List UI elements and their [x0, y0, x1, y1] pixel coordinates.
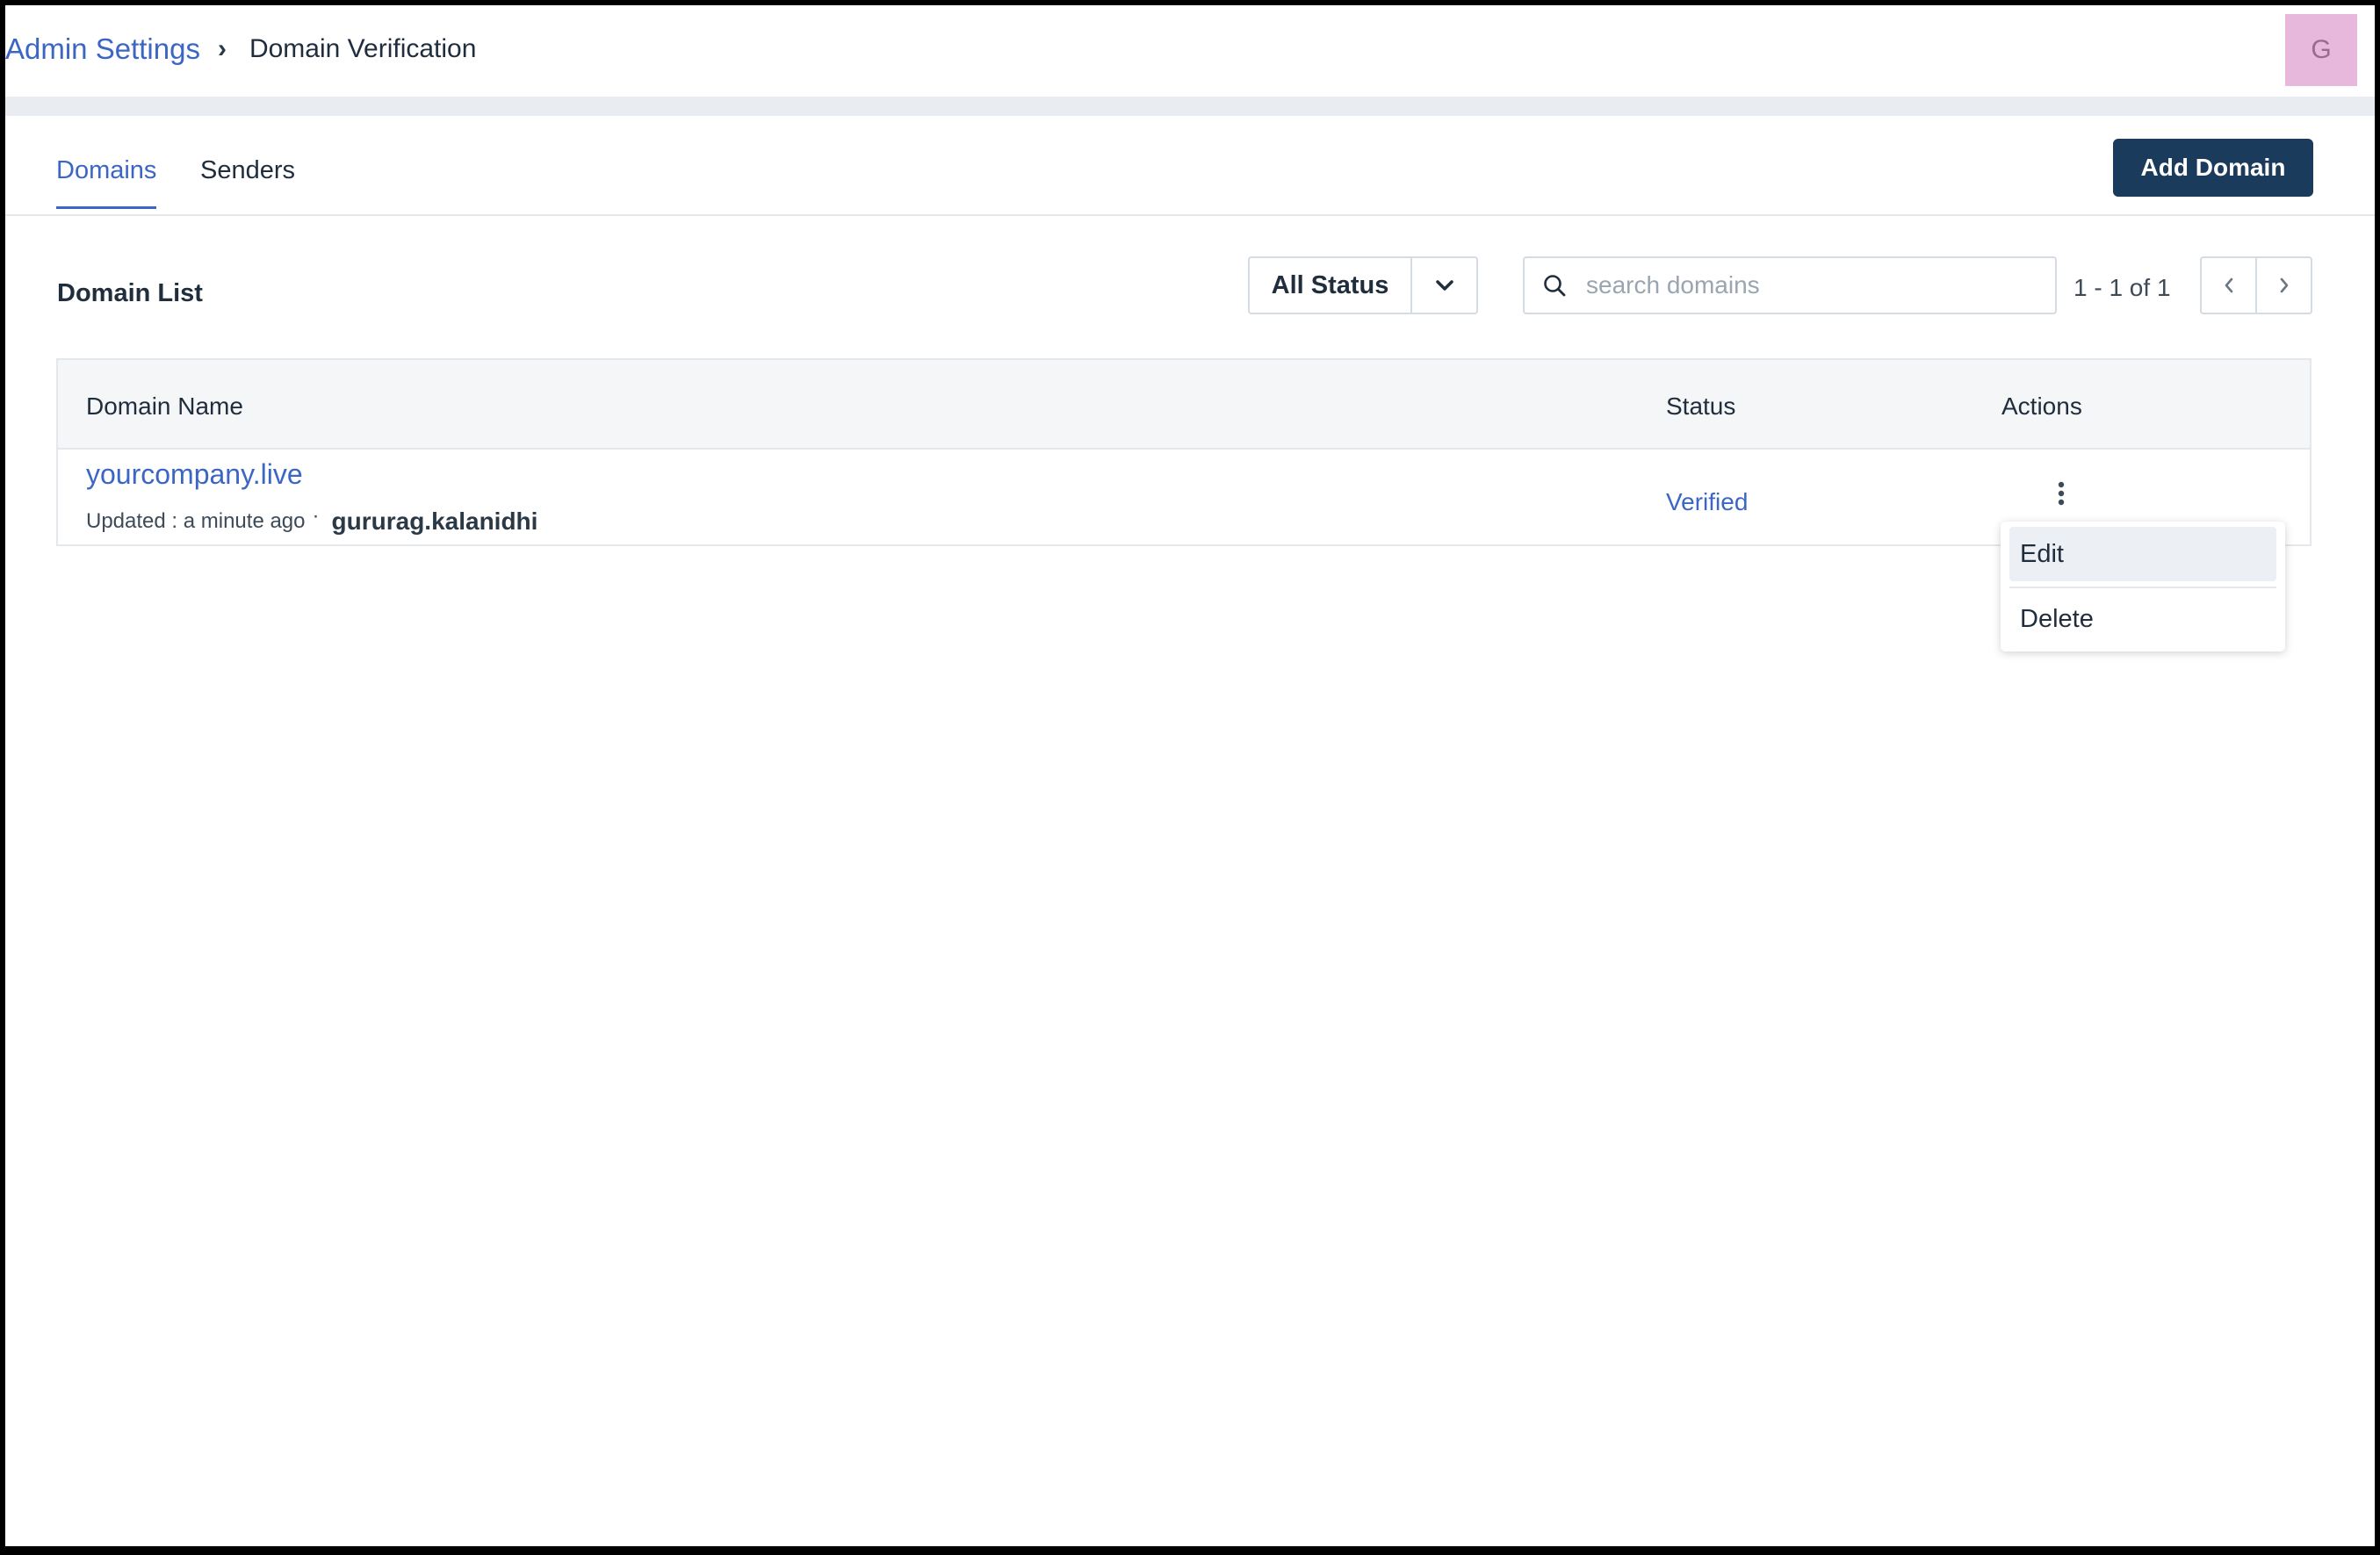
- chevron-down-icon[interactable]: [1412, 258, 1476, 313]
- domain-list-title: Domain List: [57, 279, 203, 307]
- breadcrumb-admin-settings-link[interactable]: Admin Settings: [5, 32, 200, 66]
- breadcrumb-separator-icon: ›: [217, 34, 227, 63]
- pagination-controls: [2200, 256, 2312, 314]
- column-header-domain-name: Domain Name: [86, 392, 243, 420]
- kebab-menu-icon[interactable]: [2048, 476, 2074, 511]
- breadcrumb: Admin Settings › Domain Verification: [5, 28, 476, 70]
- domain-name-link[interactable]: yourcompany.live: [86, 458, 303, 491]
- chevron-right-icon[interactable]: [2257, 258, 2311, 313]
- domain-meta: Updated : a minute ago · gururag.kalanid…: [86, 504, 538, 536]
- row-actions-menu: Edit Delete: [2001, 522, 2285, 652]
- avatar[interactable]: G: [2285, 14, 2357, 86]
- pagination-range: 1 - 1 of 1: [2073, 274, 2171, 301]
- add-domain-button[interactable]: Add Domain: [2113, 139, 2313, 197]
- search-icon: [1525, 273, 1584, 298]
- column-header-status: Status: [1666, 392, 1736, 420]
- chevron-left-icon[interactable]: [2202, 258, 2257, 313]
- tab-domains[interactable]: Domains: [56, 156, 157, 209]
- meta-separator: ·: [312, 504, 320, 528]
- search-input[interactable]: [1584, 270, 2055, 300]
- search-box[interactable]: [1523, 256, 2057, 314]
- status-badge: Verified: [1666, 488, 1749, 515]
- column-header-actions: Actions: [2001, 392, 2082, 420]
- domains-table: Domain Name Status Actions yourcompany.l…: [56, 358, 2311, 546]
- tabs-bar: Domains Senders Add Domain: [5, 116, 2375, 216]
- header-divider-band: [5, 97, 2375, 116]
- table-row: yourcompany.live Updated : a minute ago …: [58, 450, 2310, 543]
- table-header: Domain Name Status Actions: [58, 360, 2310, 450]
- menu-divider: [2009, 587, 2276, 588]
- page-header: Admin Settings › Domain Verification G: [5, 5, 2375, 97]
- tab-senders[interactable]: Senders: [200, 156, 295, 206]
- menu-item-edit[interactable]: Edit: [2009, 527, 2276, 581]
- updated-timestamp: Updated : a minute ago: [86, 509, 306, 533]
- updated-by-user: gururag.kalanidhi: [331, 508, 538, 535]
- status-filter-select[interactable]: All Status: [1248, 256, 1478, 314]
- status-filter-value[interactable]: All Status: [1250, 258, 1412, 313]
- app-window: Admin Settings › Domain Verification G D…: [5, 5, 2375, 1546]
- menu-item-delete[interactable]: Delete: [2009, 592, 2276, 646]
- breadcrumb-current: Domain Verification: [249, 34, 477, 63]
